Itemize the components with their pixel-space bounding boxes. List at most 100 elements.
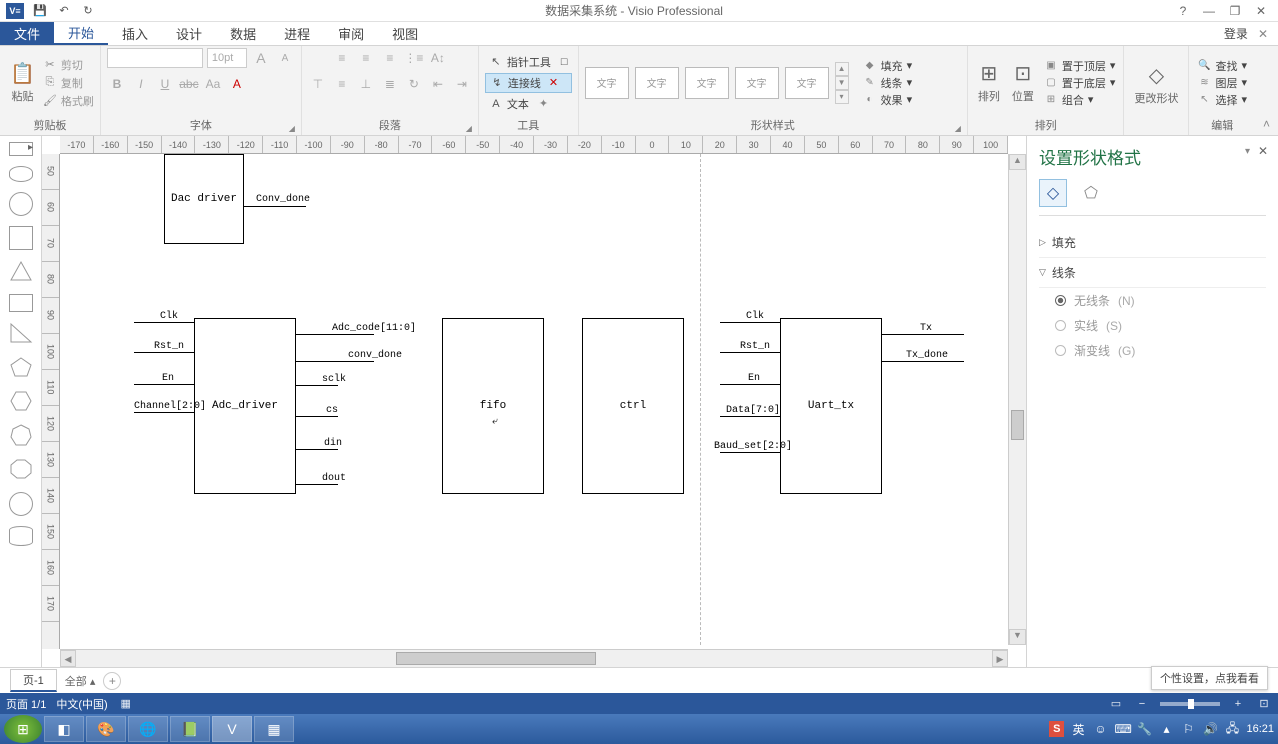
stencil-cylinder[interactable] bbox=[9, 526, 33, 546]
select-button[interactable]: ↖选择 ▾ bbox=[1195, 92, 1249, 108]
copy-button[interactable]: ⎘复制 bbox=[43, 75, 94, 91]
tool-x-icon[interactable]: ✕ bbox=[549, 76, 558, 89]
tab-file[interactable]: 文件 bbox=[0, 22, 54, 45]
paragraph-dialog-launcher[interactable]: ◢ bbox=[466, 124, 472, 133]
paste-button[interactable]: 📋 粘贴 bbox=[6, 59, 39, 106]
status-language[interactable]: 中文(中国) bbox=[56, 696, 107, 712]
radio-gradient-line[interactable]: 渐变线(G) bbox=[1039, 338, 1266, 363]
tray-volume-icon[interactable]: 🔊 bbox=[1202, 722, 1218, 736]
fit-page-icon[interactable]: ⊡ bbox=[1256, 696, 1272, 712]
save-icon[interactable]: 💾 bbox=[32, 3, 48, 19]
ime-indicator-eng[interactable]: 英 bbox=[1070, 721, 1086, 738]
stencil-rectangle[interactable] bbox=[9, 294, 33, 312]
font-size-combo[interactable]: 10pt bbox=[207, 48, 247, 68]
bullets-button[interactable]: ⋮≡ bbox=[404, 48, 424, 68]
close-button[interactable]: ✕ bbox=[1254, 4, 1268, 18]
undo-icon[interactable]: ↶ bbox=[56, 3, 72, 19]
section-fill[interactable]: ▷填充 bbox=[1039, 228, 1266, 258]
tab-process[interactable]: 进程 bbox=[270, 22, 324, 45]
stencil-hexagon[interactable] bbox=[9, 390, 33, 414]
zoom-slider[interactable] bbox=[1160, 702, 1220, 706]
scroll-right-button[interactable]: ▶ bbox=[992, 650, 1008, 667]
tray-clock[interactable]: 16:21 bbox=[1246, 723, 1274, 735]
stencil-right-triangle[interactable] bbox=[9, 322, 33, 346]
valign-mid-button[interactable]: ≡ bbox=[332, 74, 352, 94]
align-left-button[interactable]: ≡ bbox=[332, 48, 352, 68]
cut-button[interactable]: ✂剪切 bbox=[43, 57, 94, 73]
stencil-circle[interactable] bbox=[9, 192, 33, 216]
section-line[interactable]: ▽线条 bbox=[1039, 258, 1266, 288]
font-dialog-launcher[interactable]: ◢ bbox=[289, 124, 295, 133]
scroll-left-button[interactable]: ◀ bbox=[60, 650, 76, 667]
case-button[interactable]: Aa bbox=[203, 74, 223, 94]
style-swatch-2[interactable]: 文字 bbox=[635, 67, 679, 99]
conn-conv-done[interactable] bbox=[244, 206, 306, 207]
horizontal-scrollbar[interactable]: ◀ ▶ bbox=[60, 649, 1008, 667]
change-shape-button[interactable]: ◇更改形状 bbox=[1130, 61, 1182, 108]
fill-line-tab-icon[interactable]: ◇ bbox=[1039, 179, 1067, 207]
align-right-button[interactable]: ≡ bbox=[380, 48, 400, 68]
scroll-down-button[interactable]: ▼ bbox=[1009, 629, 1026, 645]
position-button[interactable]: ⊡位置 bbox=[1008, 59, 1038, 106]
indent-inc-button[interactable]: ⇥ bbox=[452, 74, 472, 94]
zoom-in-icon[interactable]: + bbox=[1230, 696, 1246, 712]
tray-network-icon[interactable]: 🖧 bbox=[1224, 719, 1240, 740]
text-direction-button[interactable]: A↕ bbox=[428, 48, 448, 68]
collapse-ribbon-button[interactable]: ˄ bbox=[1255, 113, 1278, 135]
align-button[interactable]: ⊞排列 bbox=[974, 59, 1004, 106]
shape-adc-driver[interactable]: Adc_driver bbox=[194, 318, 296, 494]
valign-bot-button[interactable]: ⊥ bbox=[356, 74, 376, 94]
style-swatch-4[interactable]: 文字 bbox=[735, 67, 779, 99]
canvas[interactable]: Dac driver Conv_done Adc_driver Clk Rst_… bbox=[60, 154, 1008, 645]
stencil-triangle[interactable] bbox=[9, 260, 33, 284]
stencil-pentagon[interactable] bbox=[9, 356, 33, 380]
justify-button[interactable]: ≣ bbox=[380, 74, 400, 94]
stencil-heptagon[interactable] bbox=[9, 424, 33, 448]
align-center-button[interactable]: ≡ bbox=[356, 48, 376, 68]
underline-button[interactable]: U bbox=[155, 74, 175, 94]
personalization-tooltip[interactable]: 个性设置，点我看看 bbox=[1151, 666, 1268, 690]
tab-insert[interactable]: 插入 bbox=[108, 22, 162, 45]
help-button[interactable]: ? bbox=[1176, 4, 1190, 18]
valign-top-button[interactable]: ⊤ bbox=[308, 74, 328, 94]
stencil-circle-2[interactable] bbox=[9, 492, 33, 516]
tab-view[interactable]: 视图 bbox=[378, 22, 432, 45]
stencil-square[interactable] bbox=[9, 226, 33, 250]
pane-close-icon[interactable]: ✕ bbox=[1258, 144, 1268, 158]
tray-emoji-icon[interactable]: ☺ bbox=[1092, 722, 1108, 736]
tray-keyboard-icon[interactable]: ⌨ bbox=[1114, 722, 1130, 736]
scroll-up-button[interactable]: ▲ bbox=[1009, 154, 1026, 170]
font-name-combo[interactable] bbox=[107, 48, 203, 68]
pointer-tool[interactable]: ↖指针工具□ bbox=[485, 53, 572, 71]
tray-expand-icon[interactable]: ▴ bbox=[1158, 722, 1174, 736]
tab-home[interactable]: 开始 bbox=[54, 22, 108, 45]
start-button[interactable]: ⊞ bbox=[4, 715, 42, 743]
zoom-out-icon[interactable]: − bbox=[1134, 696, 1150, 712]
radio-no-line[interactable]: 无线条(N) bbox=[1039, 288, 1266, 313]
hscroll-thumb[interactable] bbox=[396, 652, 596, 665]
bold-button[interactable]: B bbox=[107, 74, 127, 94]
strike-button[interactable]: abc bbox=[179, 74, 199, 94]
line-button[interactable]: ✎线条 ▾ bbox=[861, 75, 915, 91]
tab-data[interactable]: 数据 bbox=[216, 22, 270, 45]
page-tab-1[interactable]: 页-1 bbox=[10, 669, 57, 692]
layers-button[interactable]: ≋图层 ▾ bbox=[1195, 75, 1249, 91]
style-swatch-1[interactable]: 文字 bbox=[585, 67, 629, 99]
shape-fifo[interactable]: fifo bbox=[442, 318, 544, 494]
shape-dac-driver[interactable]: Dac driver bbox=[164, 154, 244, 244]
minimize-button[interactable]: — bbox=[1202, 4, 1216, 18]
style-swatch-3[interactable]: 文字 bbox=[685, 67, 729, 99]
add-page-button[interactable]: + bbox=[103, 672, 121, 690]
connector-tool[interactable]: ↯连接线✕ bbox=[485, 73, 572, 93]
vscroll-thumb[interactable] bbox=[1011, 410, 1024, 440]
rotate-text-button[interactable]: ↻ bbox=[404, 74, 424, 94]
shrink-font-button[interactable]: A bbox=[275, 48, 295, 68]
indent-dec-button[interactable]: ⇤ bbox=[428, 74, 448, 94]
find-button[interactable]: 🔍查找 ▾ bbox=[1195, 58, 1249, 74]
ribbon-close-icon[interactable]: ✕ bbox=[1258, 27, 1268, 41]
expand-shapes-icon[interactable]: ▸ bbox=[28, 142, 33, 153]
shape-uart-tx[interactable]: Uart_tx bbox=[780, 318, 882, 494]
font-color-button[interactable]: A bbox=[227, 74, 247, 94]
text-tool[interactable]: A文本✦ bbox=[485, 95, 572, 113]
redo-icon[interactable]: ↻ bbox=[80, 3, 96, 19]
